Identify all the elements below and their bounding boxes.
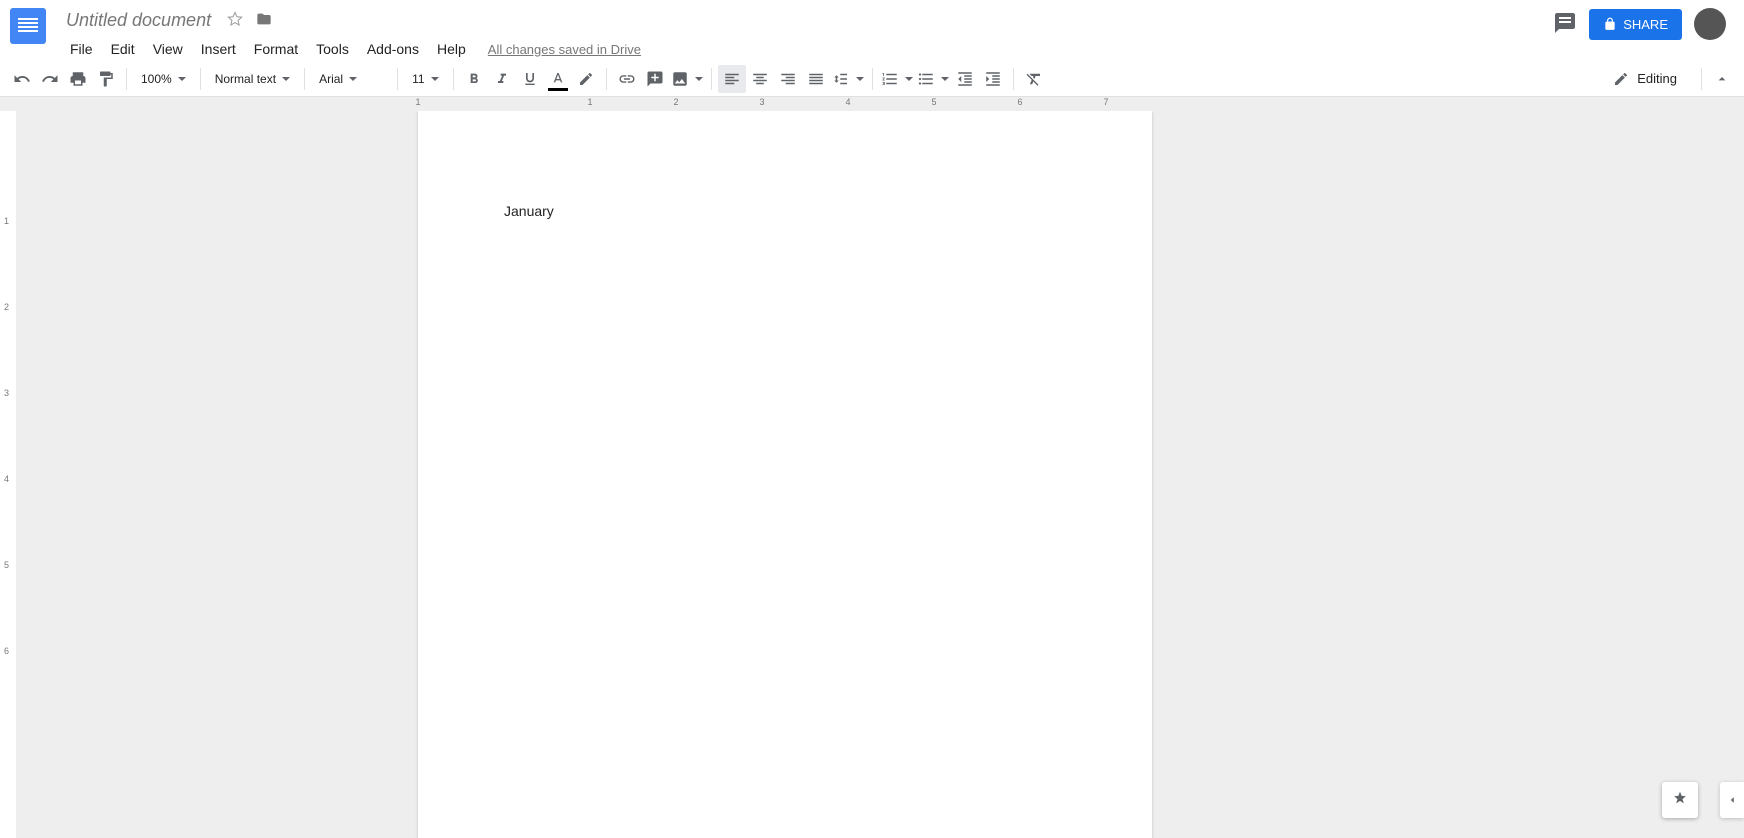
italic-button[interactable] bbox=[488, 65, 516, 93]
star-icon[interactable] bbox=[227, 11, 243, 30]
insert-image-button[interactable] bbox=[669, 65, 705, 93]
insert-link-button[interactable] bbox=[613, 65, 641, 93]
share-button[interactable]: SHARE bbox=[1589, 9, 1682, 40]
font-size-combo[interactable]: 11 bbox=[404, 65, 446, 93]
document-title[interactable]: Untitled document bbox=[62, 8, 215, 33]
docs-logo-icon[interactable] bbox=[10, 8, 46, 44]
share-button-label: SHARE bbox=[1623, 17, 1668, 32]
comments-icon[interactable] bbox=[1553, 11, 1577, 38]
underline-button[interactable] bbox=[516, 65, 544, 93]
align-center-button[interactable] bbox=[746, 65, 774, 93]
undo-button[interactable] bbox=[8, 65, 36, 93]
bulleted-list-button[interactable] bbox=[915, 65, 951, 93]
paint-format-button[interactable] bbox=[92, 65, 120, 93]
print-button[interactable] bbox=[64, 65, 92, 93]
font-combo[interactable]: Arial bbox=[311, 65, 391, 93]
decrease-indent-button[interactable] bbox=[951, 65, 979, 93]
bold-button[interactable] bbox=[460, 65, 488, 93]
menu-view[interactable]: View bbox=[145, 37, 191, 61]
menu-format[interactable]: Format bbox=[246, 37, 306, 61]
horizontal-ruler[interactable]: 1 1 2 3 4 5 6 7 bbox=[16, 97, 1728, 111]
save-status[interactable]: All changes saved in Drive bbox=[488, 42, 641, 57]
menu-tools[interactable]: Tools bbox=[308, 37, 357, 61]
collapse-toolbar-button[interactable] bbox=[1708, 65, 1736, 93]
menu-addons[interactable]: Add-ons bbox=[359, 37, 427, 61]
vertical-ruler[interactable]: 1 2 3 4 5 6 bbox=[0, 111, 16, 838]
folder-icon[interactable] bbox=[255, 11, 273, 30]
menu-edit[interactable]: Edit bbox=[103, 37, 143, 61]
zoom-combo[interactable]: 100% bbox=[133, 65, 194, 93]
numbered-list-button[interactable] bbox=[879, 65, 915, 93]
explore-button[interactable] bbox=[1662, 782, 1698, 818]
clear-formatting-button[interactable] bbox=[1020, 65, 1048, 93]
document-content[interactable]: January bbox=[504, 203, 554, 219]
highlight-color-button[interactable] bbox=[572, 65, 600, 93]
editing-mode-label: Editing bbox=[1637, 71, 1677, 86]
menu-insert[interactable]: Insert bbox=[193, 37, 244, 61]
text-color-button[interactable] bbox=[544, 65, 572, 93]
line-spacing-button[interactable] bbox=[830, 65, 866, 93]
align-right-button[interactable] bbox=[774, 65, 802, 93]
editing-mode-combo[interactable]: Editing bbox=[1603, 71, 1695, 87]
paragraph-style-combo[interactable]: Normal text bbox=[207, 65, 298, 93]
document-page[interactable]: January bbox=[418, 111, 1152, 838]
avatar[interactable] bbox=[1694, 8, 1726, 40]
menu-help[interactable]: Help bbox=[429, 37, 474, 61]
insert-comment-button[interactable] bbox=[641, 65, 669, 93]
side-panel-toggle[interactable] bbox=[1720, 782, 1744, 818]
increase-indent-button[interactable] bbox=[979, 65, 1007, 93]
align-justify-button[interactable] bbox=[802, 65, 830, 93]
align-left-button[interactable] bbox=[718, 65, 746, 93]
redo-button[interactable] bbox=[36, 65, 64, 93]
menu-file[interactable]: File bbox=[62, 37, 101, 61]
